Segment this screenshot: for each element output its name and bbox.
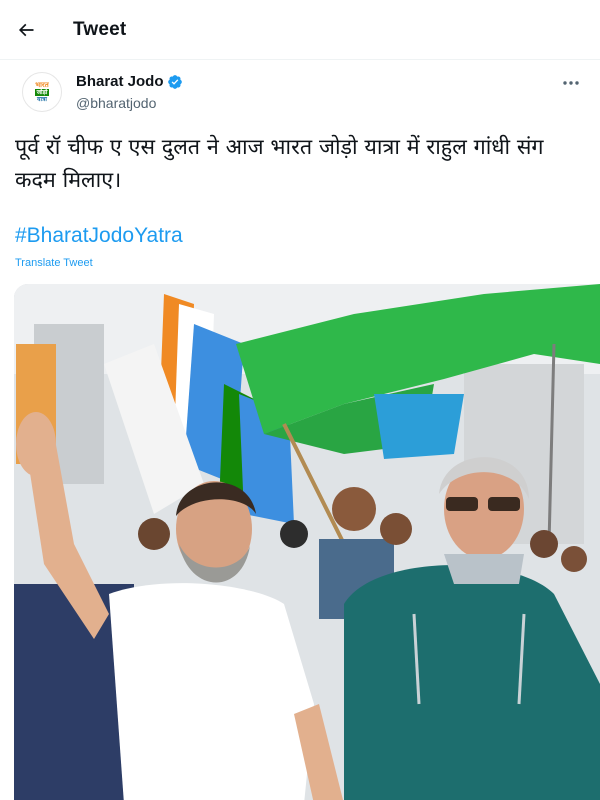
page-title: Tweet [73, 19, 127, 40]
arrow-left-icon [18, 23, 34, 37]
back-button[interactable] [8, 12, 44, 48]
top-bar: Tweet [0, 0, 600, 60]
tweet-photo[interactable] [14, 284, 600, 800]
tweet-text: पूर्व रॉ चीफ ए एस दुलत ने आज भारत जोड़ो … [15, 135, 544, 193]
avatar-logo-line-3: यात्रा [37, 95, 47, 103]
hashtag-link[interactable]: #BharatJodoYatra [15, 224, 183, 248]
name-row: Bharat Jodo [76, 73, 183, 90]
translate-tweet-link[interactable]: Translate Tweet [15, 257, 93, 269]
avatar-logo-line-2: जोड़ो [34, 88, 50, 96]
rally-photo-illustration [14, 284, 600, 800]
more-dots-icon [563, 81, 579, 85]
avatar-logo-line-1: भारत [35, 80, 49, 89]
tweet-author: भारत जोड़ो यात्रा Bharat Jodo @bharatjod… [14, 68, 586, 118]
avatar[interactable]: भारत जोड़ो यात्रा [22, 72, 62, 112]
more-options-button[interactable] [556, 72, 586, 94]
display-name[interactable]: Bharat Jodo [76, 73, 164, 90]
user-handle[interactable]: @bharatjodo [76, 95, 156, 111]
verified-badge-icon [167, 74, 182, 89]
